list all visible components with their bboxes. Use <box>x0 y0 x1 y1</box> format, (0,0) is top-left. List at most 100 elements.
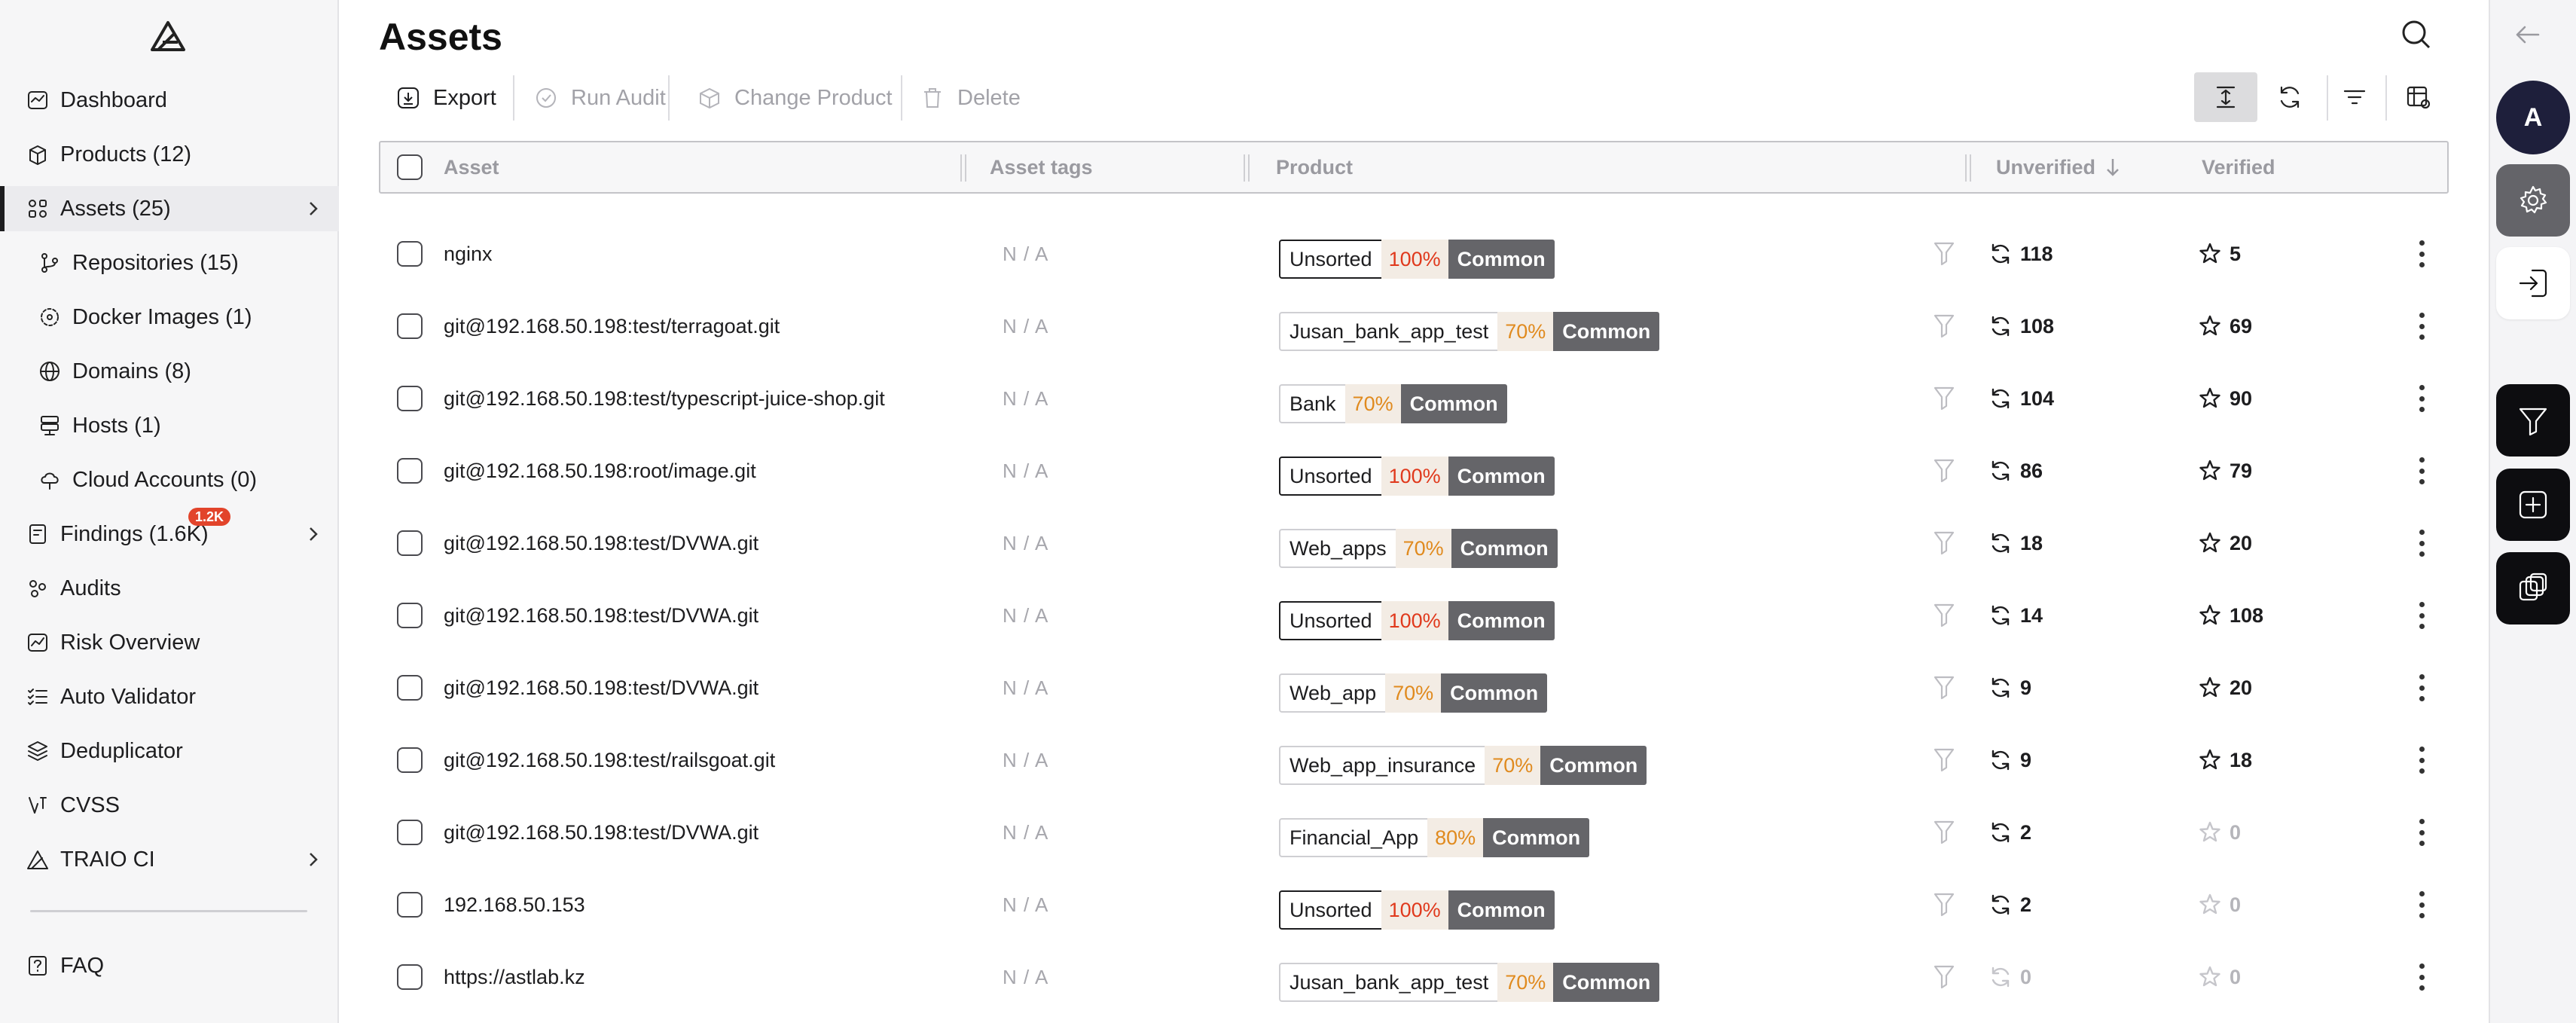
sort-descending-icon[interactable] <box>2104 156 2122 179</box>
sidebar-item-deduplicator[interactable]: Deduplicator <box>0 728 339 774</box>
table-row[interactable]: git@192.168.50.198:test/DVWA.git N / A W… <box>379 507 2449 579</box>
row-checkbox[interactable] <box>397 313 423 339</box>
verified-count[interactable]: 0 <box>2198 869 2241 941</box>
asset-name[interactable]: git@192.168.50.198:test/DVWA.git <box>444 579 758 652</box>
avatar[interactable]: A <box>2496 81 2570 154</box>
row-menu-button[interactable] <box>2407 382 2437 415</box>
column-resize-handle[interactable] <box>1965 154 1971 182</box>
unverified-count[interactable]: 18 <box>1988 507 2043 579</box>
asset-name[interactable]: git@192.168.50.198:test/railsgoat.git <box>444 724 775 796</box>
row-checkbox[interactable] <box>397 964 423 990</box>
bookmark-button[interactable] <box>1931 457 1958 484</box>
asset-name[interactable]: git@192.168.50.198:test/DVWA.git <box>444 796 758 869</box>
bookmark-button[interactable] <box>1931 963 1958 991</box>
verified-count[interactable]: 20 <box>2198 507 2252 579</box>
table-row[interactable]: git@192.168.50.198:test/typescript-juice… <box>379 362 2449 435</box>
product-badge[interactable]: Unsorted 100% Common <box>1279 890 1555 930</box>
sidebar-item-traio-ci[interactable]: TRAIO CI <box>0 837 339 882</box>
bookmark-button[interactable] <box>1931 240 1958 267</box>
column-header-asset-tags[interactable]: Asset tags <box>990 142 1093 192</box>
row-checkbox[interactable] <box>397 241 423 267</box>
export-button[interactable]: Export <box>395 71 496 125</box>
settings-button[interactable] <box>2496 164 2570 237</box>
search-button[interactable] <box>2400 18 2436 54</box>
columns-settings-button[interactable] <box>2387 72 2450 122</box>
product-badge[interactable]: Bank 70% Common <box>1279 384 1507 423</box>
sidebar-item-docker-images[interactable]: Docker Images (1) <box>0 295 339 340</box>
sidebar-item-findings[interactable]: Findings (1.6K) 1.2K <box>0 508 339 557</box>
table-row[interactable]: https://astlab.kz N / A Jusan_bank_app_t… <box>379 941 2449 1013</box>
unverified-count[interactable]: 104 <box>1988 362 2054 435</box>
row-checkbox[interactable] <box>397 675 423 701</box>
row-checkbox[interactable] <box>397 386 423 411</box>
column-header-unverified[interactable]: Unverified <box>1996 142 2095 192</box>
bookmark-button[interactable] <box>1931 674 1958 701</box>
asset-name[interactable]: git@192.168.50.198:test/DVWA.git <box>444 507 758 579</box>
row-checkbox[interactable] <box>397 530 423 556</box>
run-audit-button[interactable]: Run Audit <box>533 71 666 125</box>
table-row[interactable]: git@192.168.50.198:test/railsgoat.git N … <box>379 724 2449 796</box>
column-header-verified[interactable]: Verified <box>2202 142 2275 192</box>
asset-name[interactable]: git@192.168.50.198:test/DVWA.git <box>444 652 758 724</box>
asset-name[interactable]: git@192.168.50.198:test/terragoat.git <box>444 290 780 362</box>
row-checkbox[interactable] <box>397 747 423 773</box>
asset-name[interactable]: nginx <box>444 218 493 290</box>
bookmark-button[interactable] <box>1931 530 1958 557</box>
asset-name[interactable]: git@192.168.50.198:test/typescript-juice… <box>444 362 885 435</box>
row-menu-button[interactable] <box>2407 527 2437 560</box>
sidebar-item-domains[interactable]: Domains (8) <box>0 349 339 394</box>
table-row[interactable]: git@192.168.50.198:root/image.git N / A … <box>379 435 2449 507</box>
unverified-count[interactable]: 9 <box>1988 724 2031 796</box>
product-badge[interactable]: Jusan_bank_app_test 70% Common <box>1279 312 1660 351</box>
unverified-count[interactable]: 86 <box>1988 435 2043 507</box>
chevron-right-icon[interactable] <box>304 524 322 544</box>
filter-button[interactable] <box>2323 72 2386 122</box>
chevron-right-icon[interactable] <box>304 199 322 218</box>
unverified-count[interactable]: 108 <box>1988 290 2054 362</box>
row-menu-button[interactable] <box>2407 744 2437 777</box>
verified-count[interactable]: 108 <box>2198 579 2263 652</box>
product-badge[interactable]: Financial_App 80% Common <box>1279 818 1590 857</box>
row-menu-button[interactable] <box>2407 888 2437 921</box>
table-row[interactable]: nginx N / A Unsorted 100% Common 118 5 <box>379 218 2449 290</box>
table-row[interactable]: 192.168.50.153 N / A Unsorted 100% Commo… <box>379 869 2449 941</box>
verified-count[interactable]: 20 <box>2198 652 2252 724</box>
verified-count[interactable]: 5 <box>2198 218 2241 290</box>
bookmark-button[interactable] <box>1931 747 1958 774</box>
product-badge[interactable]: Web_app_insurance 70% Common <box>1279 746 1647 785</box>
row-menu-button[interactable] <box>2407 237 2437 270</box>
delete-button[interactable]: Delete <box>920 71 1021 125</box>
column-resize-handle[interactable] <box>960 154 966 182</box>
unverified-count[interactable]: 0 <box>1988 941 2031 1013</box>
sidebar-item-cloud-accounts[interactable]: Cloud Accounts (0) <box>0 457 339 502</box>
verified-count[interactable]: 69 <box>2198 290 2252 362</box>
chevron-right-icon[interactable] <box>304 850 322 869</box>
traio-logo[interactable] <box>149 20 187 53</box>
column-header-asset[interactable]: Asset <box>444 142 499 192</box>
table-row[interactable]: git@192.168.50.198:test/DVWA.git N / A F… <box>379 796 2449 869</box>
filter-funnel-button[interactable] <box>2496 384 2570 457</box>
verified-count[interactable]: 90 <box>2198 362 2252 435</box>
unverified-count[interactable]: 118 <box>1988 218 2053 290</box>
add-button[interactable] <box>2496 469 2570 541</box>
product-badge[interactable]: Unsorted 100% Common <box>1279 457 1555 496</box>
change-product-button[interactable]: Change Product <box>697 71 893 125</box>
row-menu-button[interactable] <box>2407 454 2437 487</box>
table-row[interactable]: git@192.168.50.198:test/DVWA.git N / A U… <box>379 579 2449 652</box>
sidebar-item-auto-validator[interactable]: Auto Validator <box>0 674 339 719</box>
row-menu-button[interactable] <box>2407 960 2437 994</box>
unverified-count[interactable]: 2 <box>1988 869 2031 941</box>
verified-count[interactable]: 0 <box>2198 796 2241 869</box>
select-all-checkbox[interactable] <box>397 154 423 180</box>
verified-count[interactable]: 79 <box>2198 435 2252 507</box>
product-badge[interactable]: Unsorted 100% Common <box>1279 601 1555 640</box>
table-row[interactable]: git@192.168.50.198:test/terragoat.git N … <box>379 290 2449 362</box>
sidebar-item-repositories[interactable]: Repositories (15) <box>0 240 339 286</box>
bookmark-button[interactable] <box>1931 819 1958 846</box>
column-resize-handle[interactable] <box>1244 154 1250 182</box>
asset-name[interactable]: 192.168.50.153 <box>444 869 585 941</box>
verified-count[interactable]: 18 <box>2198 724 2252 796</box>
sidebar-item-products[interactable]: Products (12) <box>0 132 339 177</box>
row-menu-button[interactable] <box>2407 599 2437 632</box>
row-checkbox[interactable] <box>397 820 423 845</box>
